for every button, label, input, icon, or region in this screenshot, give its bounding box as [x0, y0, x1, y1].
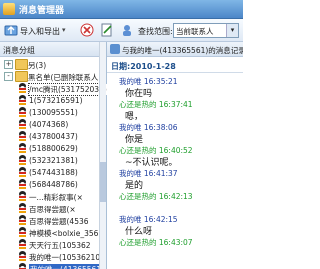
- tree-contact[interactable]: /mc腾讯(531752036): [0, 82, 108, 96]
- person-icon[interactable]: [120, 23, 134, 37]
- tree-contact[interactable]: (532321381): [0, 154, 106, 166]
- tree-item-label: 我的唯一(41365561: [29, 264, 103, 269]
- edit-icon[interactable]: [100, 23, 114, 37]
- message-text: 嗯，: [125, 112, 144, 122]
- import-export-icon[interactable]: [4, 23, 18, 37]
- tree-item-label: 1(573216591): [29, 96, 83, 105]
- chat-icon: [110, 44, 120, 54]
- tree-contact[interactable]: (547443188): [0, 166, 106, 178]
- qq-avatar-icon: [18, 119, 27, 129]
- qq-avatar-icon: [18, 203, 27, 213]
- message-sender: 心还是热的 16:43:07: [119, 238, 193, 247]
- qq-avatar-icon: [18, 131, 27, 141]
- search-scope-value: 当前联系人: [176, 27, 214, 36]
- tree-scrollbar[interactable]: [99, 42, 106, 269]
- qq-avatar-icon: [18, 215, 27, 225]
- tree-item-label: (532321381): [29, 156, 78, 165]
- message-record-header: 与我的唯一(413365561)的消息记录: [107, 42, 243, 57]
- qq-avatar-icon: [18, 107, 27, 117]
- qq-avatar-icon: [18, 227, 27, 237]
- chevron-down-icon[interactable]: ▾: [226, 24, 238, 37]
- message-group-title: 消息分组: [3, 46, 35, 55]
- chevron-down-icon[interactable]: ▾: [62, 26, 66, 34]
- message-record-title: 与我的唯一(413365561)的消息记录: [122, 46, 243, 55]
- tree-contact[interactable]: (437800437): [0, 130, 106, 142]
- message-text: ~不认识呢。: [125, 158, 178, 168]
- divider: [107, 72, 243, 73]
- tree-scrollbar-thumb[interactable]: [100, 162, 106, 202]
- message-manager-window: 消息管理器 导入和导出 ▾ 查找范围: 当前联系人 ▾ 消息分组 + 另(3) …: [0, 0, 243, 269]
- title-bar[interactable]: 消息管理器: [0, 0, 243, 19]
- qq-avatar-icon: [18, 83, 27, 93]
- toolbar: 导入和导出 ▾ 查找范围: 当前联系人 ▾: [0, 19, 243, 42]
- tree-item-label: (568448786): [29, 180, 78, 189]
- message-text: 什么呀: [125, 227, 153, 237]
- date-label: 日期:2010-1-28: [111, 62, 176, 71]
- tree-contact[interactable]: (4074368): [0, 118, 106, 130]
- import-export-button[interactable]: 导入和导出: [20, 26, 60, 37]
- tree-contact[interactable]: 我的唯一(105362105: [0, 250, 106, 262]
- message-group-header: 消息分组: [0, 42, 106, 57]
- tree-contact[interactable]: 百思得尝题(×: [0, 202, 106, 214]
- qq-avatar-icon: [18, 251, 27, 261]
- window-title: 消息管理器: [19, 6, 65, 16]
- tree-contact[interactable]: 百思得尝题(4536: [0, 214, 106, 226]
- tree-item-label: (518800629): [29, 144, 78, 153]
- tree-contact[interactable]: (130095551): [0, 106, 106, 118]
- tree-item-label: (547443188): [29, 168, 78, 177]
- expand-toggle-icon[interactable]: +: [4, 60, 13, 69]
- folder-icon: [15, 71, 28, 82]
- tree-contact[interactable]: 天天行五(105362: [0, 238, 106, 250]
- tree-contact[interactable]: (518800629): [0, 142, 106, 154]
- delete-icon[interactable]: [80, 23, 94, 37]
- tree-contact[interactable]: (568448786): [0, 178, 106, 190]
- qq-avatar-icon: [18, 191, 27, 201]
- expand-toggle-icon[interactable]: -: [4, 72, 13, 81]
- qq-avatar-icon: [18, 263, 27, 269]
- qq-avatar-icon: [18, 155, 27, 165]
- tree-item-label: (4074368): [29, 120, 69, 129]
- qq-avatar-icon: [18, 143, 27, 153]
- message-text: 你是: [125, 135, 144, 145]
- tree-contact[interactable]: 1(573216591): [0, 94, 106, 106]
- message-record-panel: 与我的唯一(413365561)的消息记录 日期:2010-1-28 我的唯 1…: [107, 42, 243, 269]
- qq-avatar-icon: [18, 167, 27, 177]
- app-icon: [3, 3, 15, 15]
- folder-icon: [15, 59, 28, 70]
- message-text: 是的: [125, 181, 144, 191]
- qq-avatar-icon: [18, 239, 27, 249]
- qq-avatar-icon: [18, 179, 27, 189]
- tree-item-label: (130095551): [29, 108, 78, 117]
- search-scope-select[interactable]: 当前联系人 ▾: [173, 23, 239, 38]
- tree-group[interactable]: + 另(3): [0, 58, 106, 70]
- tree-group[interactable]: - 黑名单(已删除联系人(: [0, 70, 106, 82]
- qq-avatar-icon: [18, 95, 27, 105]
- message-group-panel: 消息分组 + 另(3) - 黑名单(已删除联系人(/mc腾讯(531752036) 1(…: [0, 42, 108, 269]
- tree-contact[interactable]: 一...精彩叙事(×: [0, 190, 106, 202]
- tree-contact[interactable]: 我的唯一(41365561: [0, 262, 106, 269]
- message-sender: 心还是热的 16:42:13: [119, 192, 193, 201]
- tree-item-label: (437800437): [29, 132, 78, 141]
- tree-contact[interactable]: 神模模<bolxie_356: [0, 226, 106, 238]
- search-scope-label: 查找范围:: [138, 27, 173, 36]
- message-text: 你在吗: [125, 89, 153, 99]
